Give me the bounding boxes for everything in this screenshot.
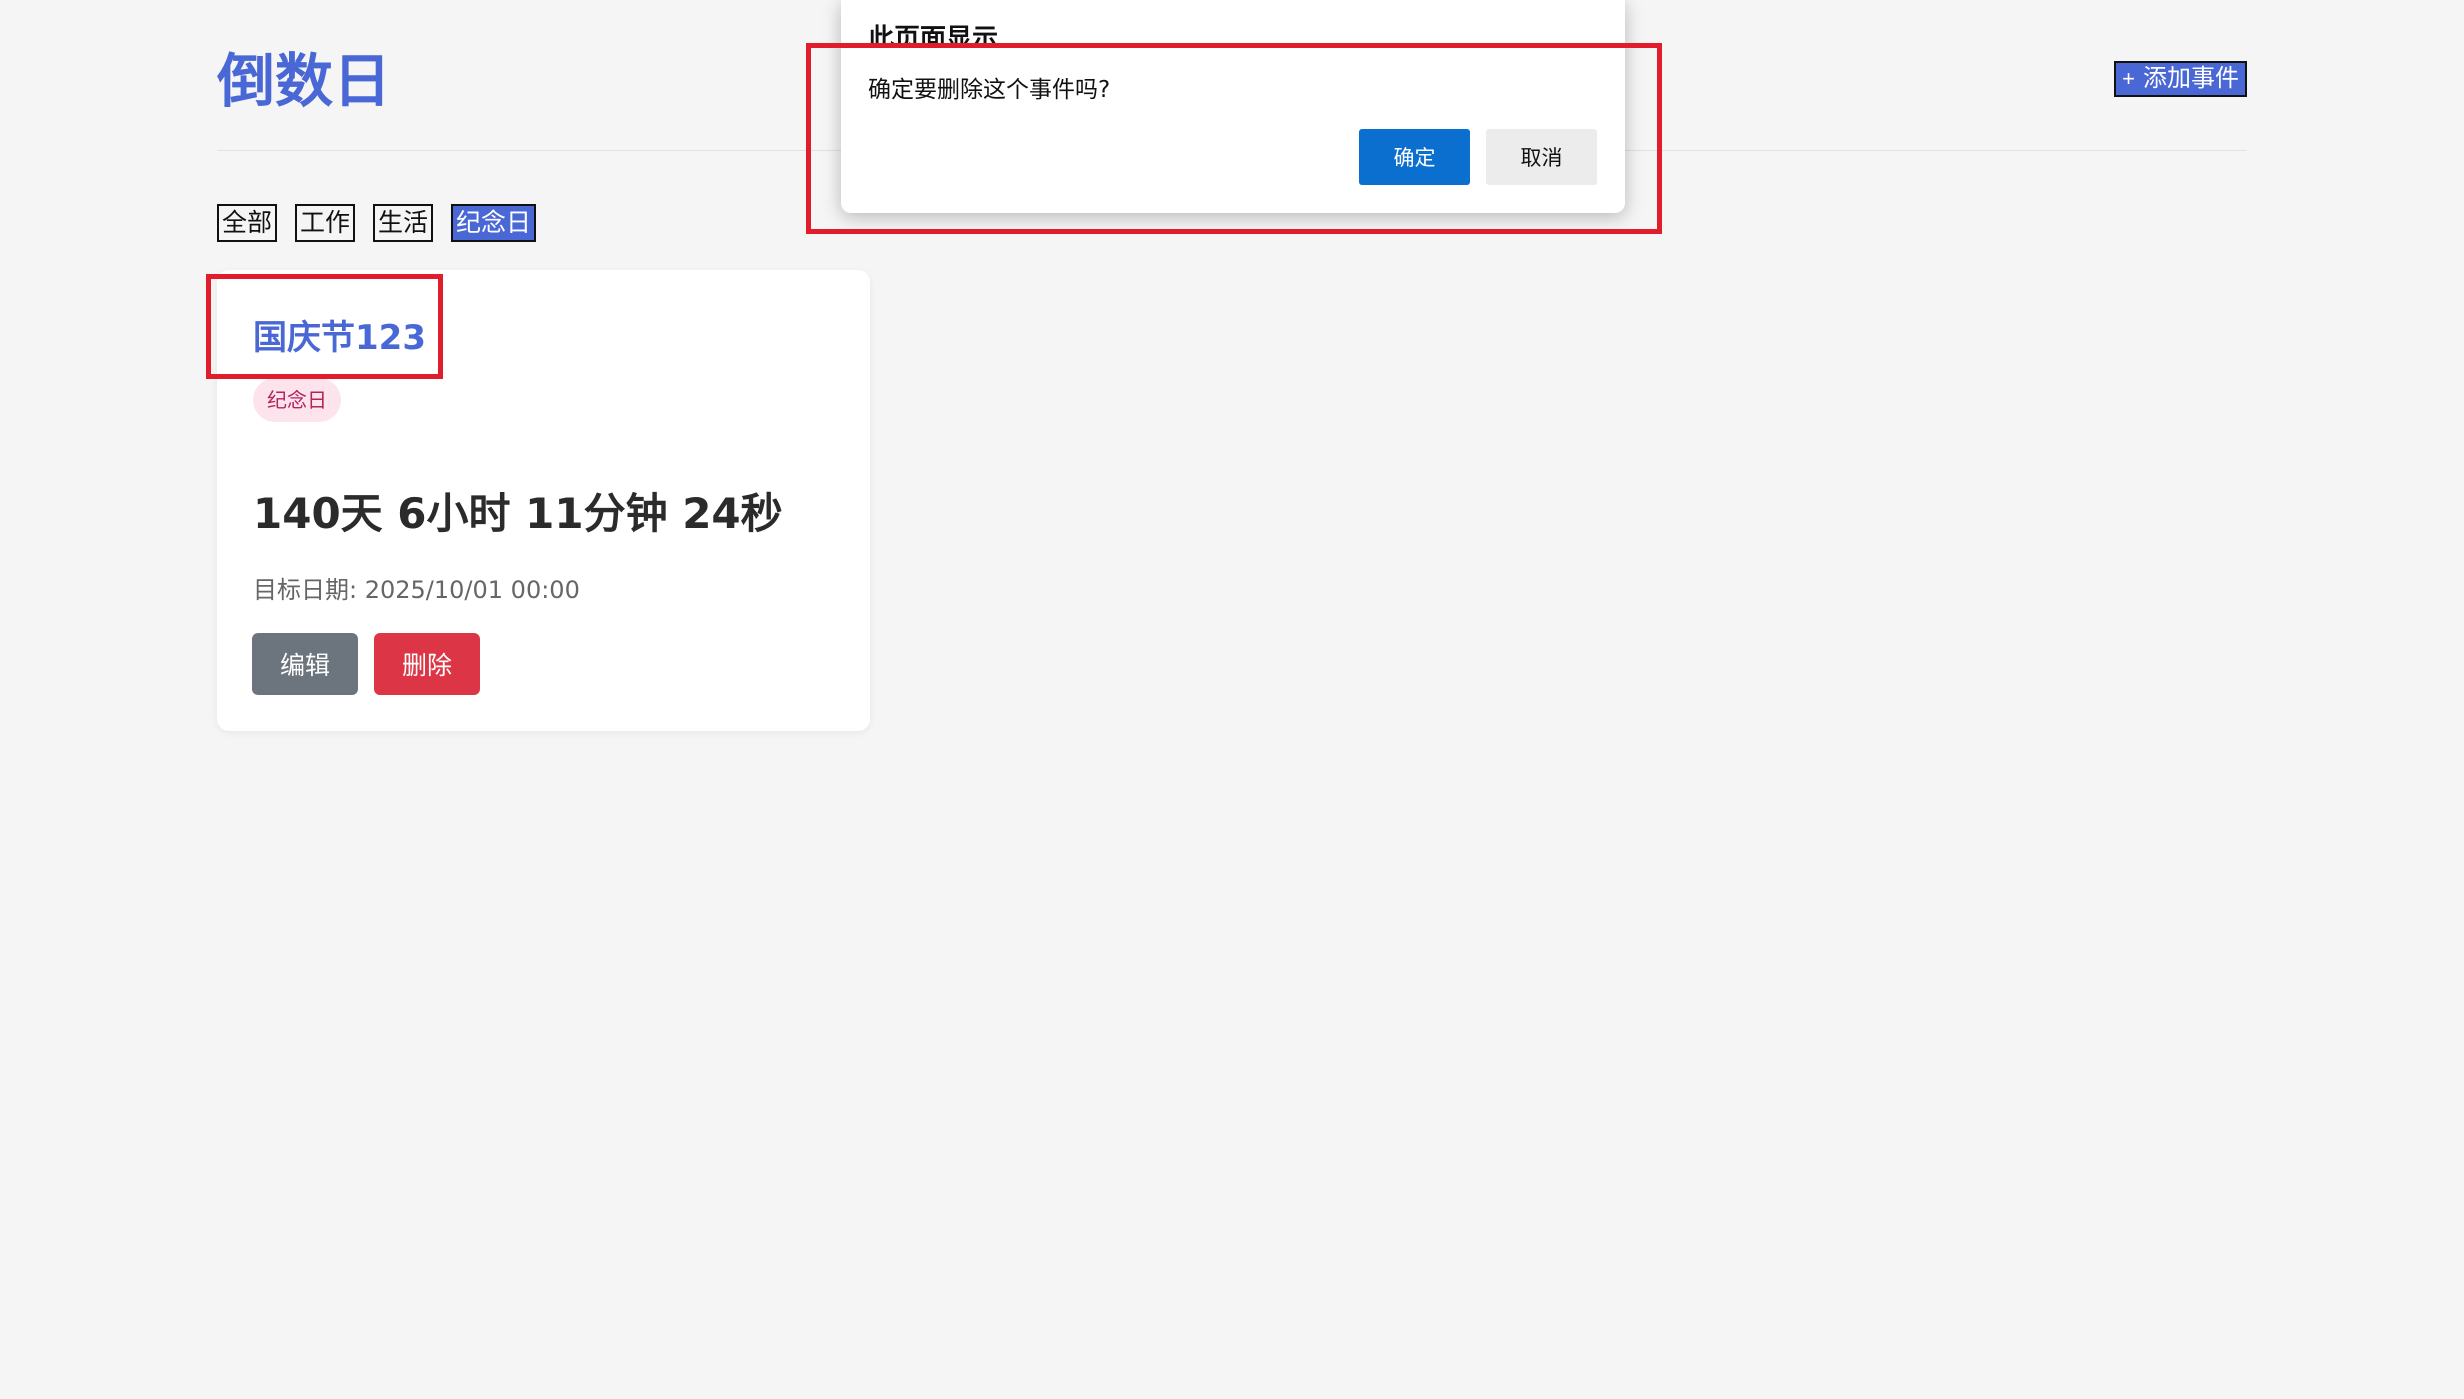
dialog-message: 确定要删除这个事件吗? bbox=[868, 77, 1111, 103]
event-title: 国庆节123 bbox=[253, 318, 426, 358]
page: 倒数日 + 添加事件 全部 工作 生活 纪念日 国庆节123 纪念日 140天 … bbox=[0, 0, 2464, 1399]
plus-icon: + bbox=[2122, 66, 2135, 91]
add-event-label: 添加事件 bbox=[2143, 65, 2239, 92]
filter-life[interactable]: 生活 bbox=[373, 204, 434, 242]
dialog-title: 此页面显示 bbox=[868, 24, 999, 44]
target-date: 目标日期: 2025/10/01 00:00 bbox=[253, 576, 580, 604]
filter-all[interactable]: 全部 bbox=[217, 204, 278, 242]
filter-anniversary[interactable]: 纪念日 bbox=[451, 204, 537, 242]
dialog-cancel-button[interactable]: 取消 bbox=[1486, 129, 1597, 185]
add-event-button[interactable]: + 添加事件 bbox=[2114, 61, 2247, 97]
app-title: 倒数日 bbox=[217, 47, 392, 115]
countdown-timer: 140天 6小时 11分钟 24秒 bbox=[253, 489, 783, 538]
category-filters: 全部 工作 生活 纪念日 bbox=[217, 204, 537, 242]
confirm-dialog: 此页面显示 确定要删除这个事件吗? 确定 取消 bbox=[841, 0, 1625, 213]
event-card: 国庆节123 纪念日 140天 6小时 11分钟 24秒 目标日期: 2025/… bbox=[217, 270, 870, 731]
filter-work[interactable]: 工作 bbox=[295, 204, 356, 242]
dialog-ok-button[interactable]: 确定 bbox=[1359, 129, 1470, 185]
edit-button[interactable]: 编辑 bbox=[252, 633, 358, 695]
category-tag: 纪念日 bbox=[253, 378, 341, 422]
delete-button[interactable]: 删除 bbox=[374, 633, 480, 695]
